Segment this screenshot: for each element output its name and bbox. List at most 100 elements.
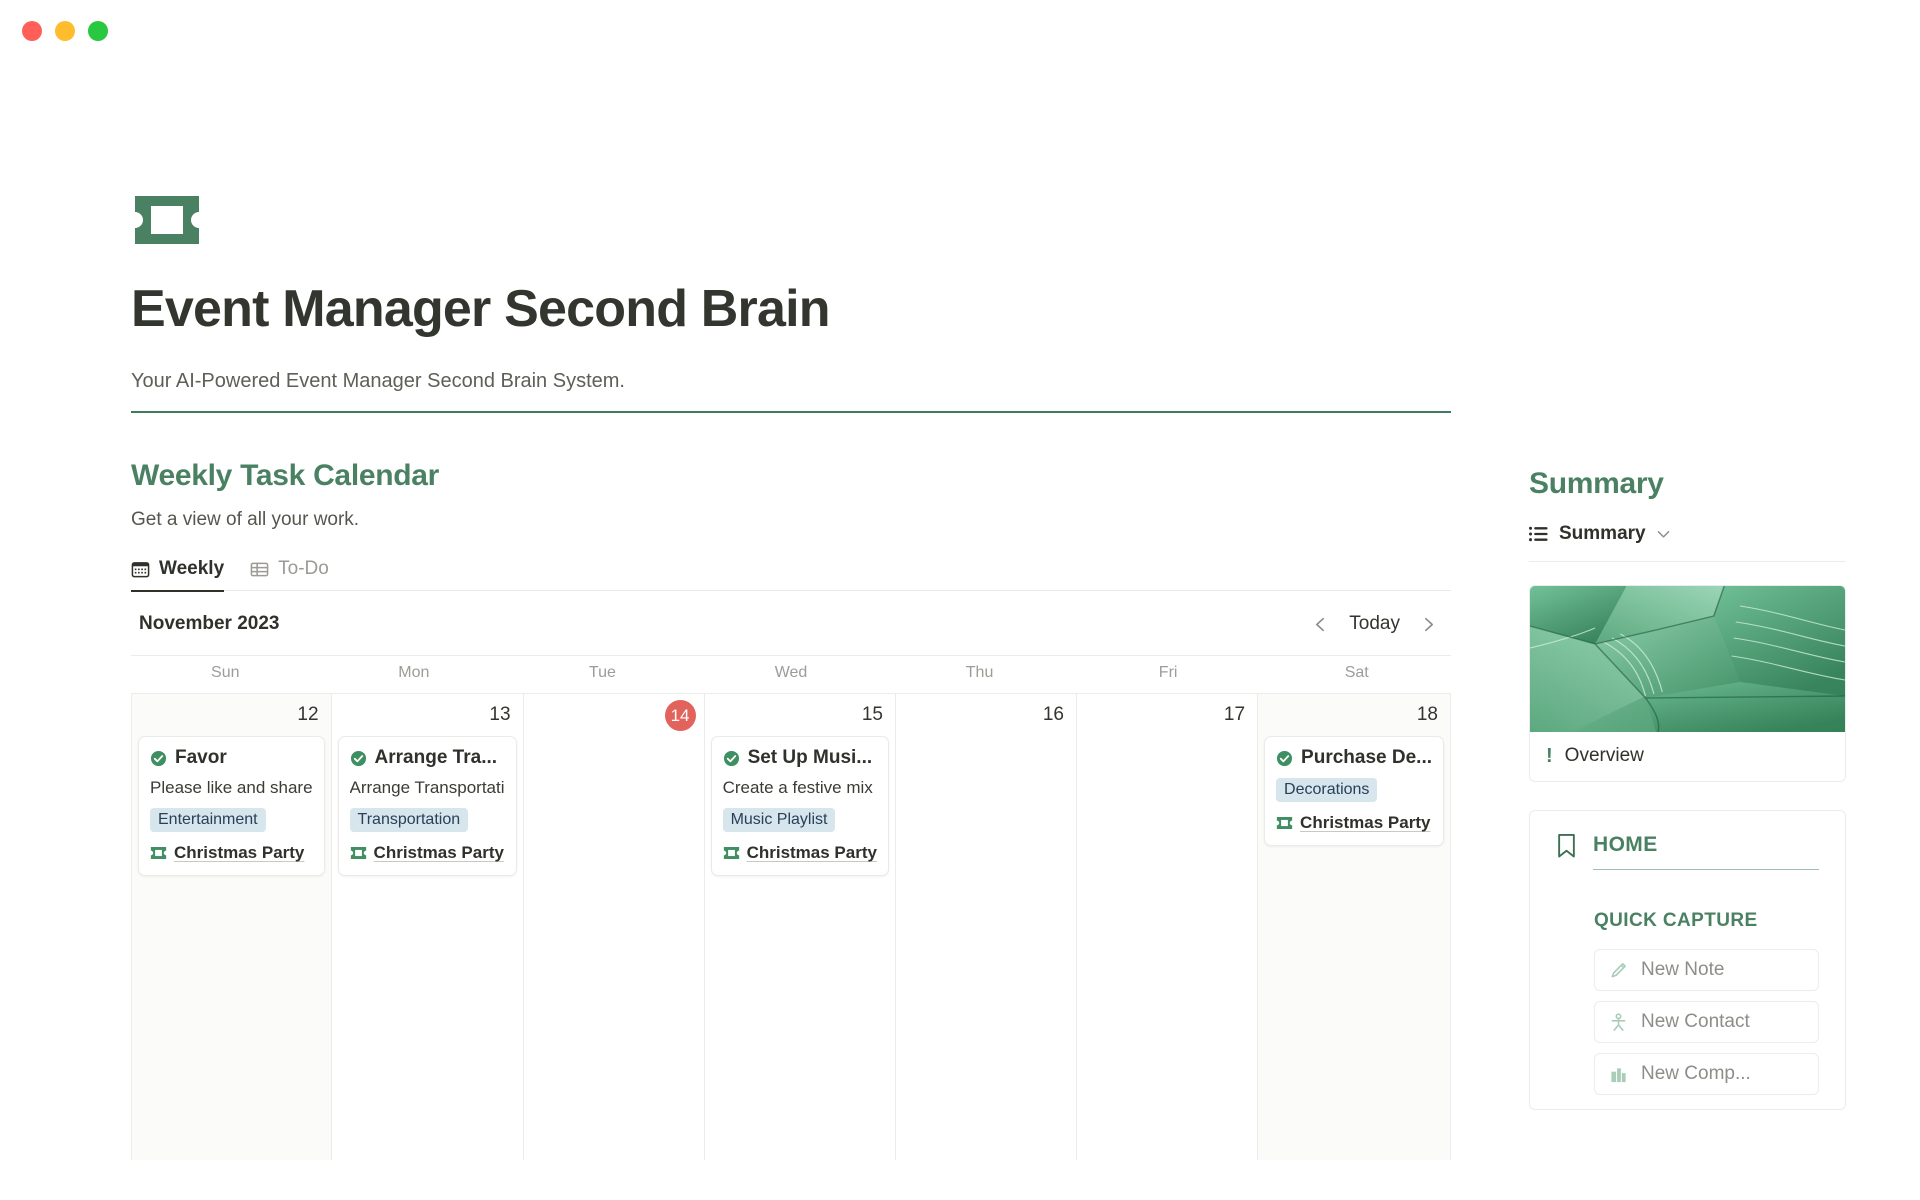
weekday-label: Sat — [1344, 664, 1369, 682]
chevron-right-icon[interactable] — [1420, 616, 1437, 633]
chevron-down-icon[interactable] — [1657, 530, 1670, 539]
summary-sidebar: Summary Summary ! Overview HOME QUICK CA… — [1451, 62, 1846, 1110]
overview-card[interactable]: ! Overview — [1529, 585, 1846, 782]
header-divider — [131, 411, 1451, 414]
task-relation[interactable]: Christmas Party — [723, 843, 877, 863]
view-tabs: Weekly To-Do — [131, 557, 1451, 593]
day-number[interactable]: 17 — [1224, 703, 1245, 730]
pencil-icon — [1611, 962, 1626, 977]
task-tag[interactable]: Entertainment — [150, 808, 266, 833]
person-icon — [1611, 1012, 1626, 1031]
calendar-toolbar: November 2023 Today — [131, 591, 1451, 657]
calendar-day-column[interactable]: 17 — [1077, 694, 1259, 1161]
overview-row[interactable]: ! Overview — [1530, 732, 1845, 781]
task-relation[interactable]: Christmas Party — [350, 843, 505, 863]
table-icon — [250, 562, 269, 577]
task-title-row: Favor — [150, 747, 313, 769]
home-title: HOME — [1593, 833, 1819, 870]
calendar-day-column[interactable]: 12 Favor Please like and share Entertainmen… — [131, 694, 332, 1161]
list-icon — [1529, 526, 1548, 542]
ticket-icon — [1276, 817, 1293, 830]
new-contact-button[interactable]: New Contact — [1594, 1001, 1819, 1043]
task-tag[interactable]: Music Playlist — [722, 808, 836, 833]
maximize-window-button[interactable] — [88, 21, 108, 41]
weekday-label: Wed — [774, 664, 808, 682]
calendar-day-column[interactable]: 13 Arrange Tra... Arrange Transportati Tran… — [332, 694, 524, 1161]
weekday-label: Thu — [965, 664, 994, 682]
task-relation[interactable]: Christmas Party — [1276, 813, 1432, 833]
task-title: Arrange Tra... — [374, 747, 498, 769]
close-window-button[interactable] — [22, 21, 42, 41]
new-note-label: New Note — [1641, 959, 1725, 980]
day-number-today[interactable]: 14 — [664, 700, 696, 732]
tab-todo-label: To-Do — [278, 558, 329, 580]
task-card[interactable]: Arrange Tra... Arrange Transportati Transp… — [337, 736, 517, 877]
new-company-button[interactable]: New Comp... — [1594, 1053, 1819, 1095]
task-card[interactable]: Purchase De... Decorations Christmas Party — [1264, 736, 1444, 847]
calendar-month-label: November 2023 — [139, 613, 280, 635]
weekday-header-row: Sun Mon Tue Wed Thu Fri Sat — [131, 656, 1451, 693]
task-relation-label[interactable]: Christmas Party — [174, 843, 304, 863]
window-title-bar — [0, 0, 1920, 62]
day-number-row: 18 — [1264, 694, 1444, 736]
task-tag[interactable]: Transportation — [349, 808, 469, 833]
calendar-day-column[interactable]: 14 — [524, 694, 705, 1161]
task-card[interactable]: Set Up Musi... Create a festive mix Music … — [710, 736, 889, 877]
main-content: Event Manager Second Brain Your AI-Power… — [131, 62, 1451, 1161]
summary-view-label: Summary — [1559, 523, 1646, 544]
today-button[interactable]: Today — [1349, 613, 1400, 635]
task-tag[interactable]: Decorations — [1276, 778, 1378, 803]
task-description: Create a festive mix — [722, 778, 873, 798]
day-number-row: 13 — [338, 694, 517, 736]
tab-weekly[interactable]: Weekly — [131, 558, 225, 593]
check-circle-icon — [350, 750, 366, 766]
summary-view-select[interactable]: Summary — [1529, 523, 1846, 562]
page-body: Event Manager Second Brain Your AI-Power… — [0, 62, 1920, 1200]
quick-capture-title: QUICK CAPTURE — [1594, 910, 1758, 931]
ticket-icon — [150, 847, 167, 860]
calendar-day-column[interactable]: 16 — [896, 694, 1077, 1161]
task-title-row: Set Up Musi... — [723, 747, 877, 769]
task-relation-label[interactable]: Christmas Party — [374, 843, 504, 863]
weekday-label: Tue — [588, 664, 616, 682]
task-title: Favor — [175, 747, 227, 769]
exclamation-icon: ! — [1546, 745, 1553, 767]
tab-todo[interactable]: To-Do — [250, 558, 329, 591]
home-card-header: HOME — [1556, 833, 1819, 870]
day-number-row: 14 — [530, 694, 698, 736]
weekday-label: Sun — [211, 664, 240, 682]
calendar-day-grid: 12 Favor Please like and share Entertainmen… — [131, 693, 1451, 1161]
calendar-icon — [131, 561, 150, 578]
task-relation[interactable]: Christmas Party — [150, 843, 313, 863]
day-number-row: 12 — [138, 694, 325, 736]
day-number[interactable]: 12 — [297, 703, 318, 730]
day-number-row: 15 — [711, 694, 889, 736]
ticket-icon — [135, 196, 199, 244]
task-relation-label[interactable]: Christmas Party — [1300, 813, 1430, 833]
ticket-icon — [350, 847, 366, 860]
calendar-navigation: Today — [1312, 613, 1443, 635]
tab-weekly-label: Weekly — [159, 558, 225, 580]
section-title: Weekly Task Calendar — [131, 459, 440, 493]
new-note-button[interactable]: New Note — [1594, 949, 1819, 991]
page-subtitle: Your AI-Powered Event Manager Second Bra… — [131, 370, 625, 393]
new-company-label: New Comp... — [1641, 1063, 1751, 1084]
day-number[interactable]: 18 — [1417, 703, 1438, 730]
task-relation-label[interactable]: Christmas Party — [747, 843, 877, 863]
minimize-window-button[interactable] — [55, 21, 75, 41]
new-contact-label: New Contact — [1641, 1011, 1750, 1032]
task-title: Set Up Musi... — [747, 747, 873, 769]
chevron-left-icon[interactable] — [1312, 616, 1329, 633]
overview-label: Overview — [1564, 745, 1644, 766]
day-number-row: 17 — [1083, 694, 1251, 736]
calendar-day-column[interactable]: 18 Purchase De... Decorations Christmas Par… — [1258, 694, 1451, 1161]
task-card[interactable]: Favor Please like and share Entertainment C… — [138, 736, 325, 877]
day-number-row: 16 — [902, 694, 1070, 736]
day-number[interactable]: 15 — [862, 703, 883, 730]
day-number[interactable]: 16 — [1043, 703, 1064, 730]
task-description: Arrange Transportati — [349, 778, 505, 798]
day-number[interactable]: 13 — [489, 703, 510, 730]
task-title-row: Arrange Tra... — [350, 747, 505, 769]
building-icon — [1611, 1067, 1626, 1082]
calendar-day-column[interactable]: 15 Set Up Musi... Create a festive mix Musi… — [705, 694, 896, 1161]
